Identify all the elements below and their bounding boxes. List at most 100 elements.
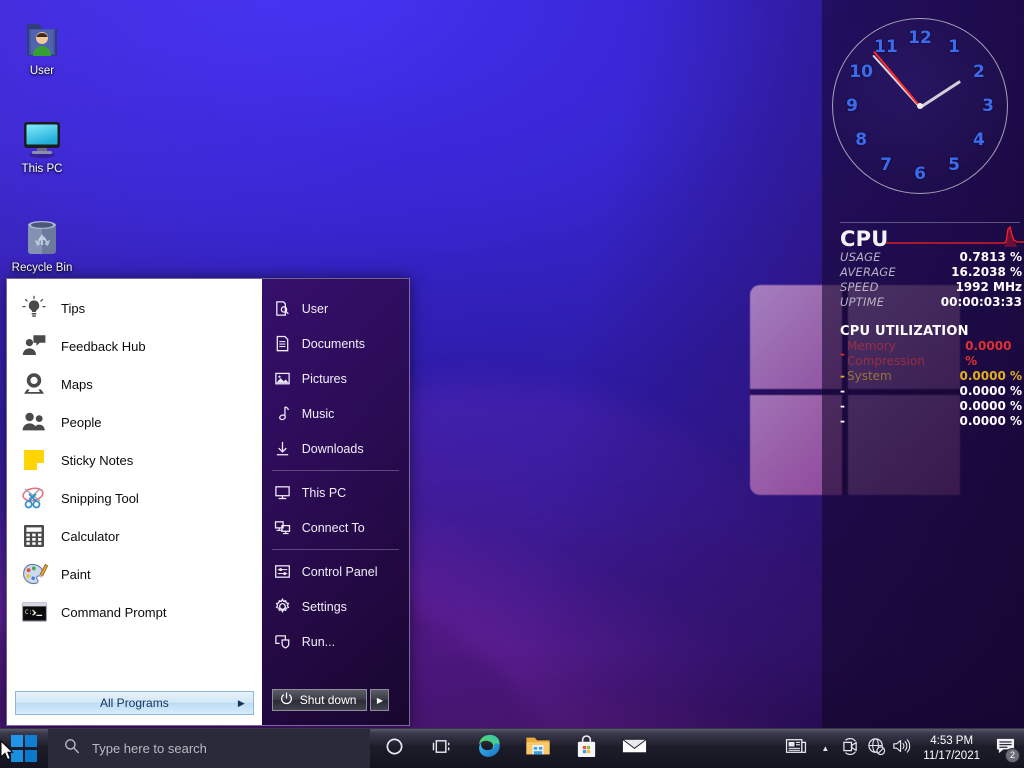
cortana-button[interactable] [370,729,418,768]
control-panel-icon [274,563,292,581]
news-icon [785,737,807,760]
notification-count-badge: 2 [1005,747,1020,763]
all-programs-button[interactable]: All Programs ▶ [15,691,254,715]
taskbar[interactable]: Type here to search ▲ 4:53 PM 11/17/2021… [0,728,1024,768]
start-menu-place-label: Downloads [301,441,364,456]
all-programs-label: All Programs [100,696,169,710]
start-menu-place-downloads[interactable]: Downloads [262,431,409,466]
desktop-icon-user[interactable]: User [4,10,80,78]
shut-down-button[interactable]: Shut down [271,689,368,711]
start-menu-place-this-pc[interactable]: This PC [262,475,409,510]
start-menu-app-sticky-notes[interactable]: Sticky Notes [7,441,262,479]
start-menu-place-label: Pictures [301,371,347,386]
start-menu-place-label: Run... [301,634,336,649]
this-pc-icon [4,108,80,160]
all-programs-wrap: All Programs ▶ [7,691,262,725]
start-menu-app-label: Feedback Hub [61,338,146,354]
start-menu-app-tips[interactable]: Tips [7,289,262,327]
start-button[interactable] [0,729,48,768]
scissors-icon [19,483,49,513]
task-view-icon [432,737,453,761]
start-menu-app-calculator[interactable]: Calculator [7,517,262,555]
start-menu-place-label: Music [301,406,335,421]
network-disconnected-icon [867,737,886,761]
meet-now-icon [841,737,860,760]
lightbulb-icon [19,293,49,323]
monitor-icon [274,484,292,502]
news-and-interests-button[interactable] [779,729,813,768]
chevron-right-icon: ▶ [376,695,384,705]
start-menu-app-label: Calculator [61,528,120,544]
windows-logo-icon [10,735,38,762]
start-menu-app-maps[interactable]: Maps [7,365,262,403]
desktop[interactable]: User This PC Recycle Bin 12 1 2 3 4 5 6 … [0,0,1024,768]
start-menu-app-list: Tips Feedback Hub Maps People Sticky Notes Sn… [7,279,262,691]
start-menu-app-label: Command Prompt [61,604,167,620]
picture-icon [274,370,292,388]
microsoft-store-button[interactable] [562,729,610,768]
start-menu-app-paint[interactable]: Paint [7,555,262,593]
shut-down-label: Shut down [299,693,357,707]
start-menu-place-user[interactable]: User [262,291,409,326]
desktop-icon-this-pc[interactable]: This PC [4,108,80,176]
start-menu-app-label: Tips [61,300,86,316]
start-menu-place-connect-to[interactable]: Connect To [262,510,409,545]
edge-icon [477,733,503,764]
wallpaper-windows-logo [750,285,960,495]
search-input[interactable]: Type here to search [48,728,370,768]
start-menu-app-command-prompt[interactable]: C:\ Command Prompt [7,593,262,631]
folder-icon [525,734,551,763]
feedback-person-icon [19,331,49,361]
file-explorer-button[interactable] [514,729,562,768]
start-menu-place-control-panel[interactable]: Control Panel [262,554,409,589]
start-menu[interactable]: Tips Feedback Hub Maps People Sticky Notes Sn… [6,278,410,726]
meet-now-button[interactable] [837,729,863,768]
system-tray: ▲ 4:53 PM 11/17/2021 2 [779,729,1024,768]
start-menu-place-label: Connect To [301,520,365,535]
start-menu-app-label: Snipping Tool [61,490,139,506]
chevron-right-icon: ▶ [237,697,245,708]
start-menu-place-pictures[interactable]: Pictures [262,361,409,396]
desktop-icon-recycle-bin[interactable]: Recycle Bin [4,207,80,275]
start-menu-app-people[interactable]: People [7,403,262,441]
search-icon [64,738,80,759]
recycle-bin-icon [4,207,80,259]
start-menu-app-label: Sticky Notes [61,452,134,468]
start-menu-divider [271,549,399,550]
desktop-icon-label: This PC [21,163,63,175]
start-menu-places-list: User Documents Pictures Music Downloads This … [262,291,409,659]
start-menu-place-music[interactable]: Music [262,396,409,431]
tray-overflow-button[interactable]: ▲ [813,729,837,768]
start-menu-place-documents[interactable]: Documents [262,326,409,361]
task-view-button[interactable] [418,729,466,768]
power-icon [280,692,293,708]
sticky-note-icon [19,445,49,475]
shut-down-options-button[interactable]: ▶ [370,689,390,711]
clock-and-date-button[interactable]: 4:53 PM 11/17/2021 [915,729,988,768]
mail-button[interactable] [610,729,658,768]
start-menu-app-feedback-hub[interactable]: Feedback Hub [7,327,262,365]
start-menu-place-label: Control Panel [301,564,378,579]
start-menu-place-run-[interactable]: Run... [262,624,409,659]
start-menu-place-settings[interactable]: Settings [262,589,409,624]
calculator-icon [19,521,49,551]
download-icon [274,440,292,458]
network-button[interactable] [863,729,889,768]
desktop-icon-label: Recycle Bin [11,262,73,274]
tray-date: 11/17/2021 [923,749,980,762]
search-placeholder: Type here to search [92,741,207,756]
envelope-icon [621,736,648,761]
console-icon: C:\ [19,597,49,627]
start-menu-app-label: Paint [61,566,91,582]
notifications-button[interactable]: 2 [988,729,1022,768]
people-icon [19,407,49,437]
start-menu-app-snipping-tool[interactable]: Snipping Tool [7,479,262,517]
volume-button[interactable] [889,729,915,768]
user-icon [274,300,292,318]
edge-button[interactable] [466,729,514,768]
start-menu-place-label: Documents [301,336,365,351]
start-menu-app-label: Maps [61,376,93,392]
music-note-icon [274,405,292,423]
start-menu-divider [271,470,399,471]
power-bar: Shut down ▶ [271,689,390,711]
